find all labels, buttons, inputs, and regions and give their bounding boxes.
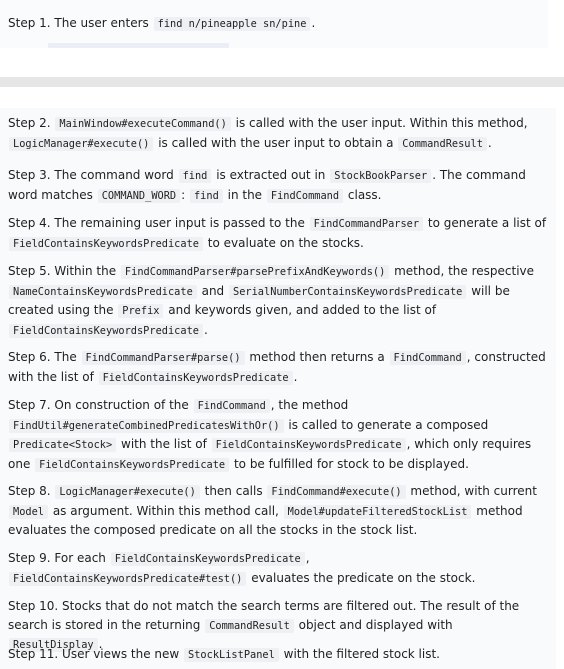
step-text: method then returns a [245,350,389,364]
inline-code: Predicate<Stock> [9,438,117,453]
inline-code: find [178,169,212,183]
step-text: Step 3. The command word [8,168,178,182]
inline-code: CommandResult [398,136,487,151]
step-text: object and displayed with [294,617,453,632]
inline-code: FieldContainsKeywordsPredicate#test() [9,571,247,586]
inline-code: FindUtil#generateCombinedPredicatesWithO… [9,418,284,433]
inline-code: Model [9,504,48,519]
step-text: is called with the user input to obtain … [154,135,398,150]
step-text: method, with current [406,484,537,498]
inline-code: LogicManager#execute() [9,136,154,151]
step-text: and keywords given, and added to the lis… [164,303,437,318]
step-1-block: Step 1. The user enters find n/pineapple… [0,0,548,48]
step-text: with the filtered stock list. [279,647,440,661]
inline-code: MainWindow#executeCommand() [55,117,231,131]
step-4-paragraph: Step 4. The remaining user input is pass… [8,214,548,253]
step-text: , [305,551,310,565]
inline-code: find [189,188,223,203]
inline-code: FindCommandParser#parse() [81,351,245,365]
step-text: as argument. Within this method call, [49,503,283,518]
step-text: , the method [270,398,349,412]
inline-code: FieldContainsKeywordsPredicate [9,323,203,338]
step-5-paragraph: Step 5. Within the FindCommandParser#par… [8,262,548,340]
step-1-code: find n/pineapple sn/pine [153,17,311,31]
step-text: is called to generate a composed [284,417,489,432]
steps-section: Step 2. MainWindow#executeCommand() is c… [0,108,556,669]
step-text: Step 7. On construction of the [8,398,193,412]
inline-code: FindCommand [193,399,270,413]
step-text: evaluates the predicate on the stock. [247,570,476,585]
step-2-paragraph: Step 2. MainWindow#executeCommand() is c… [8,114,548,153]
inline-code: StockListPanel [184,648,279,662]
inline-code: FindCommandParser [309,217,424,231]
collapsed-preview-bar [48,43,229,48]
inline-code: COMMAND_WORD [97,188,181,203]
step-text: and [197,283,228,298]
inline-code: FindCommand#execute() [267,485,406,499]
step-text: Step 4. The remaining user input is pass… [8,216,309,230]
step-1-text: The user enters [54,16,149,30]
inline-code: FindCommand [389,351,466,365]
step-text: . [487,135,492,150]
inline-code: FindCommand [266,188,344,203]
step-text: to evaluate on the stocks. [203,235,364,250]
inline-code: FieldContainsKeywordsPredicate [9,236,203,251]
step-text: with the list of [117,437,211,452]
step-text: is extracted out in [212,168,330,182]
step-3-paragraph: Step 3. The command word find is extract… [8,166,548,205]
inline-code: FieldContainsKeywordsPredicate [98,370,293,385]
inline-code: LogicManager#execute() [55,485,200,499]
step-1-end: . [311,16,316,30]
step-text: Step 6. The [8,350,81,364]
inline-code: FindCommandParser#parsePrefixAndKeywords… [120,265,390,279]
step-text: to generate a list of [424,216,547,230]
step-text: class. [344,187,382,202]
step-text: Step 2. [8,116,55,130]
inline-code: CommandResult [205,618,294,633]
section-divider [0,77,564,87]
inline-code: NameContainsKeywordsPredicate [9,284,197,299]
step-text: is called with the user input. Within th… [231,116,528,130]
inline-code: FieldContainsKeywordsPredicate [211,438,406,453]
inline-code: SerialNumberContainsKeywordsPredicate [229,284,467,299]
inline-code: FieldContainsKeywordsPredicate [110,552,305,566]
inline-code: FieldContainsKeywordsPredicate [35,457,230,472]
step-text: method, the respective [390,264,535,278]
step-text: Step 9. For each [8,551,110,565]
step-text: then calls [200,484,267,498]
step-7-paragraph: Step 7. On construction of the FindComma… [8,396,548,474]
inline-code: StockBookParser [330,169,432,183]
inline-code: Prefix [118,304,164,319]
step-11-paragraph: Step 11. User views the new StockListPan… [8,645,548,665]
step-6-paragraph: Step 6. The FindCommandParser#parse() me… [8,348,548,387]
step-text: Step 8. [8,484,55,498]
step-text: . [203,322,208,337]
step-text: in the [223,187,266,202]
step-text: to be fulfilled for stock to be displaye… [230,456,469,471]
step-1-label: Step 1. [8,16,51,30]
step-text: : [181,187,189,202]
step-9-paragraph: Step 9. For each FieldContainsKeywordsPr… [8,549,548,588]
step-text: . [293,369,298,384]
inline-code: Model#updateFilteredStockList [283,504,472,519]
step-text: Step 11. User views the new [8,647,184,661]
step-text: Step 5. Within the [8,264,120,278]
step-1-paragraph: Step 1. The user enters find n/pineapple… [8,15,315,33]
step-8-paragraph: Step 8. LogicManager#execute() then call… [8,482,548,540]
